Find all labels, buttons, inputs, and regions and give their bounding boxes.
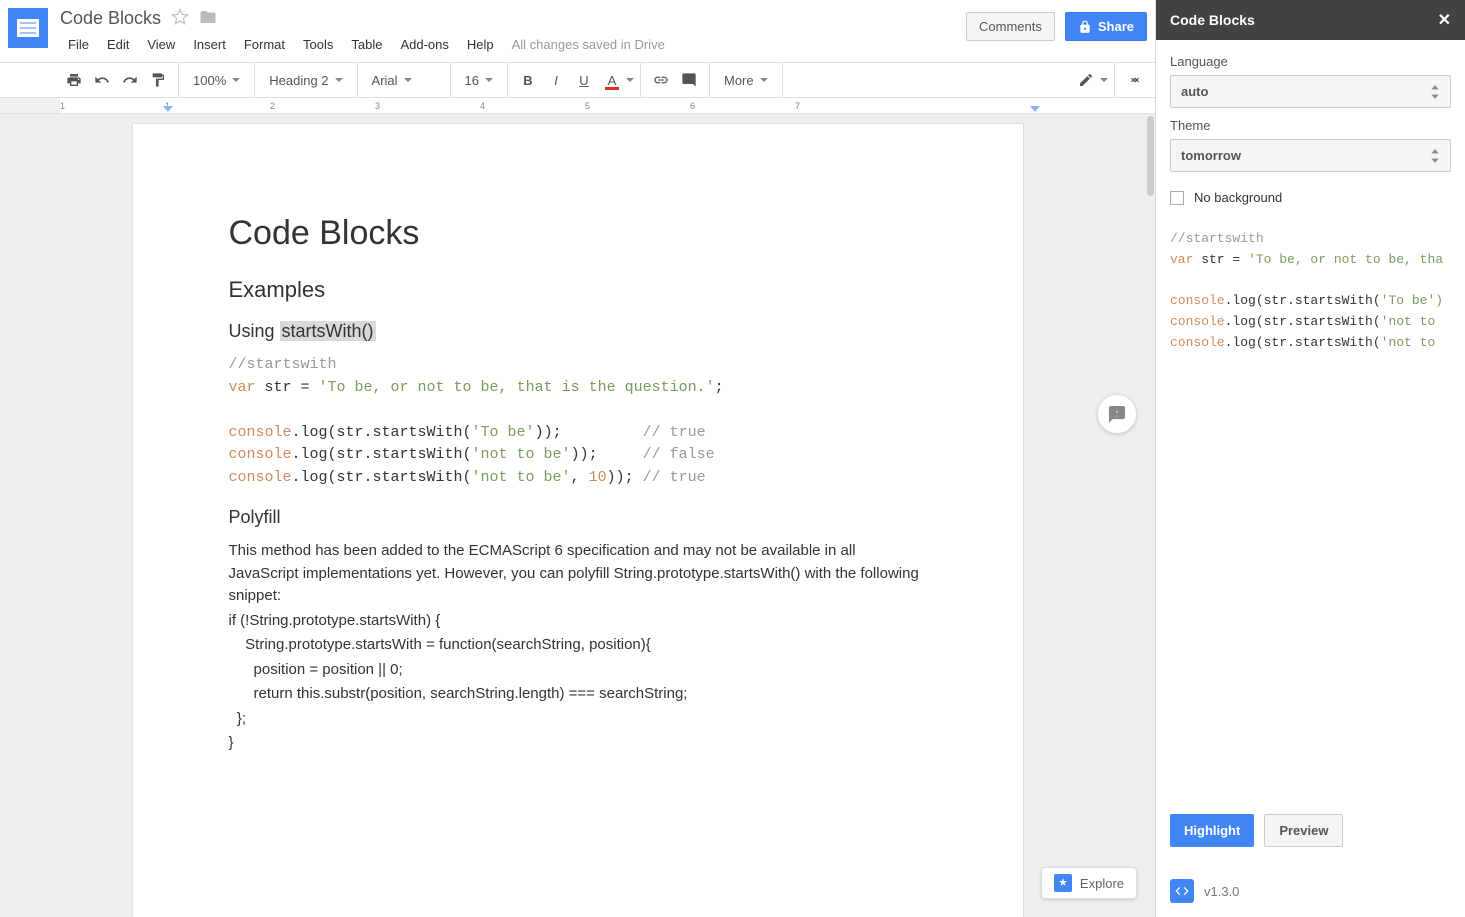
addon-sidebar: Code Blocks ✕ Language auto Theme tomorr… — [1155, 0, 1465, 917]
document-area[interactable]: Code Blocks Examples Using startsWith() … — [0, 114, 1155, 917]
menu-bar: File Edit View Insert Format Tools Table… — [60, 33, 966, 56]
doc-code-line: } — [229, 732, 927, 755]
comment-icon[interactable] — [675, 66, 703, 94]
sidebar-code-preview: //startswith var str = 'To be, or not to… — [1170, 229, 1451, 354]
indent-marker[interactable] — [163, 106, 173, 112]
link-icon[interactable] — [647, 66, 675, 94]
save-status: All changes saved in Drive — [504, 33, 673, 56]
document-page[interactable]: Code Blocks Examples Using startsWith() … — [133, 124, 1023, 917]
doc-heading-1: Code Blocks — [229, 214, 927, 253]
scrollbar[interactable] — [1147, 116, 1154, 196]
bold-icon[interactable]: B — [514, 66, 542, 94]
theme-label: Theme — [1170, 118, 1451, 133]
print-icon[interactable] — [60, 66, 88, 94]
lock-icon — [1078, 20, 1092, 34]
font-select[interactable]: Arial — [364, 66, 444, 94]
doc-heading-3-polyfill: Polyfill — [229, 507, 927, 528]
addon-icon — [1170, 879, 1194, 903]
version-label: v1.3.0 — [1204, 884, 1239, 899]
highlight-button[interactable]: Highlight — [1170, 814, 1254, 847]
menu-insert[interactable]: Insert — [185, 33, 234, 56]
zoom-select[interactable]: 100% — [185, 66, 248, 94]
comments-button[interactable]: Comments — [966, 12, 1055, 41]
undo-icon[interactable] — [88, 66, 116, 94]
more-select[interactable]: More — [716, 66, 776, 94]
doc-code-line: return this.substr(position, searchStrin… — [229, 683, 927, 706]
star-icon[interactable] — [171, 8, 189, 29]
edit-mode-icon[interactable] — [1072, 66, 1100, 94]
menu-edit[interactable]: Edit — [99, 33, 137, 56]
doc-code-line: position = position || 0; — [229, 659, 927, 682]
menu-view[interactable]: View — [139, 33, 183, 56]
menu-file[interactable]: File — [60, 33, 97, 56]
sidebar-header: Code Blocks ✕ — [1156, 0, 1465, 40]
menu-tools[interactable]: Tools — [295, 33, 341, 56]
ruler: 1 1 2 3 4 5 6 7 — [0, 98, 1155, 114]
theme-select[interactable]: tomorrow — [1170, 139, 1451, 172]
margin-marker[interactable] — [1030, 106, 1040, 112]
menu-table[interactable]: Table — [343, 33, 390, 56]
doc-heading-3: Using startsWith() — [229, 321, 927, 342]
sidebar-title: Code Blocks — [1170, 12, 1255, 28]
doc-code-line: String.prototype.startsWith = function(s… — [229, 634, 927, 657]
menu-help[interactable]: Help — [459, 33, 502, 56]
text-color-icon[interactable]: A — [598, 66, 626, 94]
preview-button[interactable]: Preview — [1264, 814, 1343, 847]
explore-icon — [1054, 874, 1072, 892]
doc-title[interactable]: Code Blocks — [60, 8, 161, 29]
explore-label: Explore — [1080, 876, 1124, 891]
doc-paragraph: This method has been added to the ECMASc… — [229, 540, 927, 608]
doc-code-line: }; — [229, 708, 927, 731]
share-label: Share — [1098, 19, 1134, 34]
no-background-checkbox[interactable] — [1170, 191, 1184, 205]
add-comment-fab[interactable] — [1097, 394, 1137, 434]
paint-format-icon[interactable] — [144, 66, 172, 94]
doc-heading-2: Examples — [229, 277, 927, 303]
share-button[interactable]: Share — [1065, 12, 1147, 41]
explore-button[interactable]: Explore — [1041, 867, 1137, 899]
font-size-select[interactable]: 16 — [457, 66, 501, 94]
menu-addons[interactable]: Add-ons — [392, 33, 456, 56]
menu-format[interactable]: Format — [236, 33, 293, 56]
italic-icon[interactable]: I — [542, 66, 570, 94]
redo-icon[interactable] — [116, 66, 144, 94]
style-select[interactable]: Heading 2 — [261, 66, 350, 94]
underline-icon[interactable]: U — [570, 66, 598, 94]
no-background-label: No background — [1194, 190, 1282, 205]
docs-logo[interactable] — [8, 8, 48, 48]
folder-icon[interactable] — [199, 8, 217, 29]
language-label: Language — [1170, 54, 1451, 69]
close-icon[interactable]: ✕ — [1438, 10, 1451, 30]
toolbar: 100% Heading 2 Arial 16 B I U A — [0, 62, 1155, 98]
code-block-1: //startswith var str = 'To be, or not to… — [229, 354, 927, 489]
doc-code-line: if (!String.prototype.startsWith) { — [229, 610, 927, 633]
language-select[interactable]: auto — [1170, 75, 1451, 108]
expand-icon[interactable] — [1121, 66, 1149, 94]
